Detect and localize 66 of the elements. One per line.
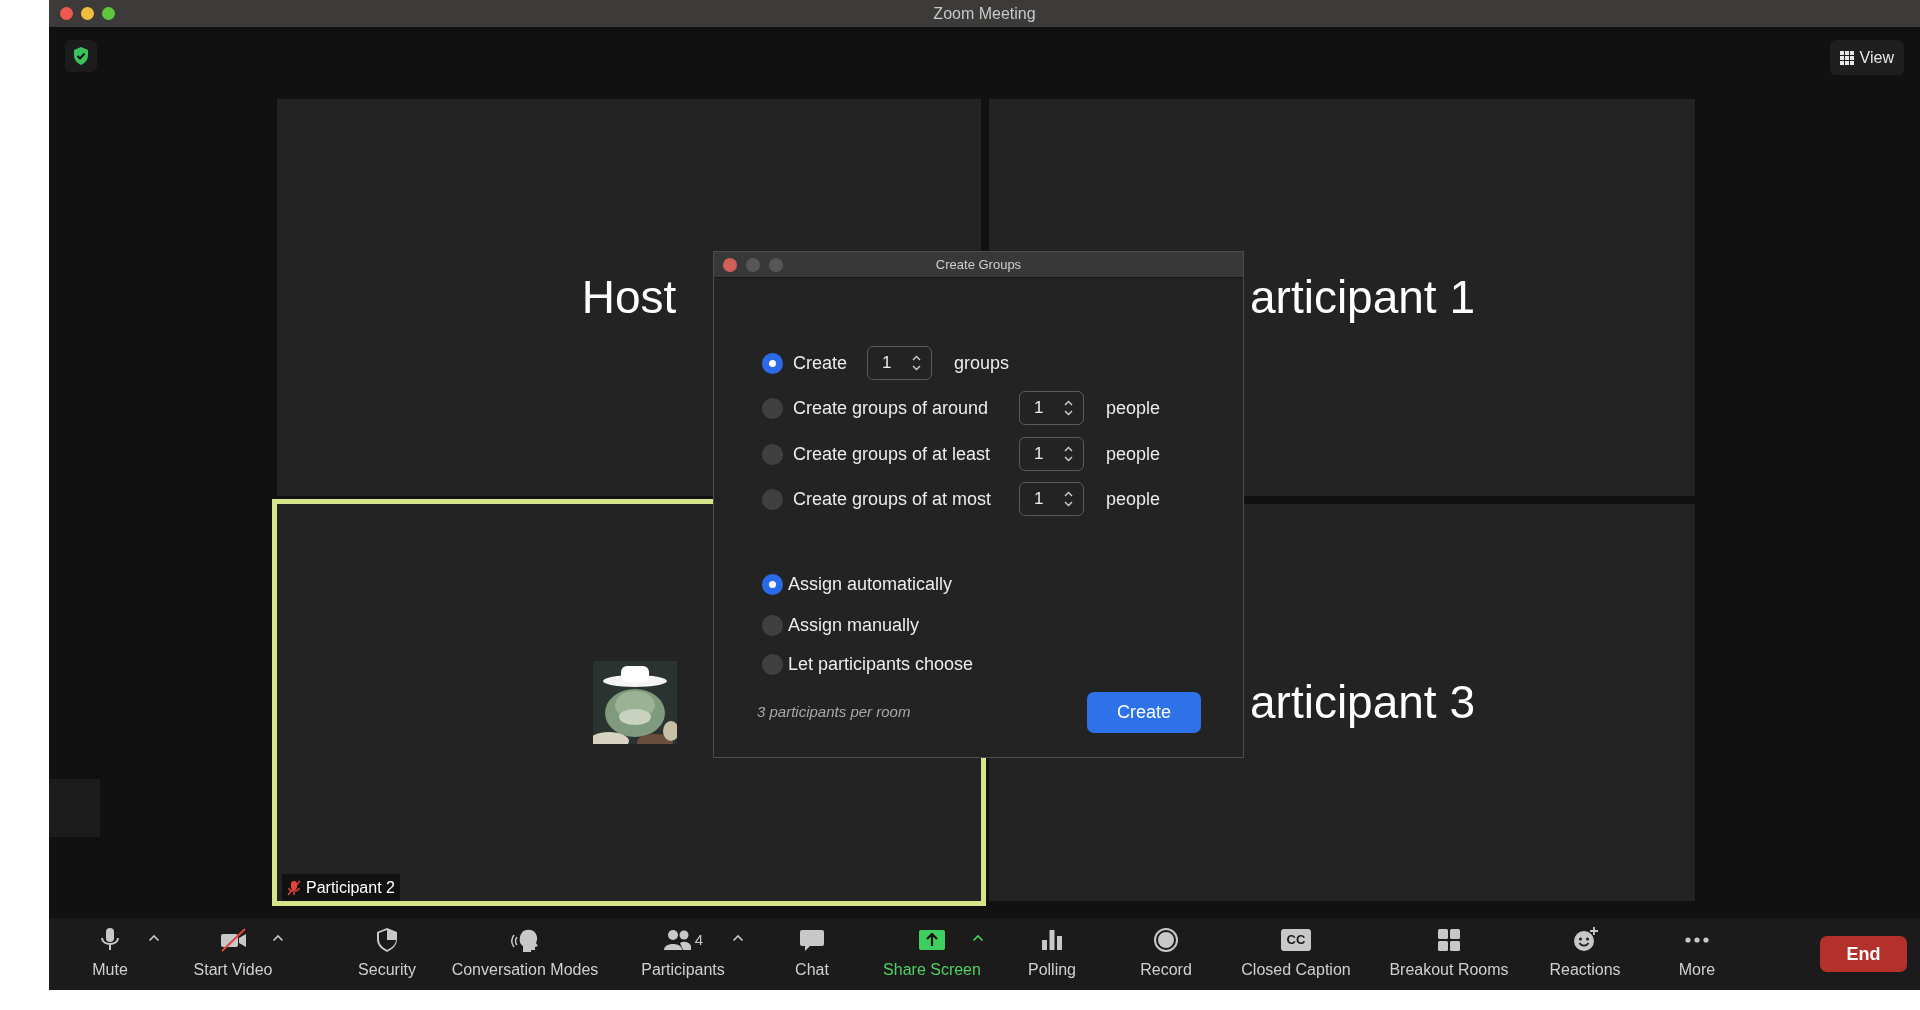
- toolbar-button[interactable]: Polling: [1017, 926, 1087, 982]
- toolbar-button[interactable]: Start Video: [183, 926, 283, 982]
- participant-name: Participant 2: [306, 877, 395, 898]
- caret-icon[interactable]: [732, 934, 744, 942]
- toolbar-button[interactable]: Share Screen: [877, 926, 987, 982]
- security-shield-icon[interactable]: [65, 40, 97, 72]
- participant-name: Host: [581, 270, 677, 325]
- caret-icon[interactable]: [972, 934, 984, 942]
- number-stepper[interactable]: 1: [1019, 437, 1084, 471]
- caret-icon[interactable]: [148, 934, 160, 942]
- participant-count: 4: [694, 929, 704, 950]
- caption-icon: CC: [1280, 929, 1312, 951]
- toolbar-button[interactable]: Mute: [80, 926, 140, 982]
- summary-text: 3 participants per room: [757, 702, 911, 723]
- toolbar-button[interactable]: Breakout Rooms: [1379, 926, 1519, 982]
- stepper-arrows-icon[interactable]: [1064, 400, 1073, 416]
- minimize-button[interactable]: [81, 7, 94, 20]
- window-title: Zoom Meeting: [933, 3, 1036, 24]
- caret-icon[interactable]: [272, 934, 284, 942]
- toolbar-button[interactable]: Record: [1131, 926, 1201, 982]
- dialog-title: Create Groups: [935, 255, 1022, 274]
- toolbar-button[interactable]: Conversation Modes: [440, 926, 610, 982]
- unit-label: people: [1106, 442, 1161, 466]
- number-stepper[interactable]: 1: [1019, 391, 1084, 425]
- toolbar-button[interactable]: 4 Participants: [633, 926, 733, 982]
- create-button[interactable]: Create: [1087, 692, 1201, 733]
- option-label: Create groups of at most: [793, 487, 993, 511]
- radio-button[interactable]: [762, 614, 783, 636]
- participant-name: articipant 1: [1250, 270, 1475, 325]
- close-button[interactable]: [723, 257, 737, 272]
- option-label: Assign automatically: [788, 572, 953, 596]
- option-label: Let participants choose: [788, 652, 974, 676]
- more-dots-icon: [1685, 937, 1709, 943]
- stepper-arrows-icon[interactable]: [912, 355, 921, 371]
- option-label: Create: [793, 351, 849, 375]
- toolbar-button[interactable]: Reactions: [1535, 926, 1635, 982]
- number-stepper[interactable]: 1: [867, 346, 932, 380]
- grid-icon: [1435, 926, 1463, 954]
- option-label: Assign manually: [788, 613, 920, 637]
- unit-label: people: [1106, 487, 1161, 511]
- smiley-plus-icon: [1571, 926, 1599, 954]
- option-label: Create groups of at least: [793, 442, 992, 466]
- radio-button[interactable]: [762, 573, 783, 595]
- radio-button[interactable]: [762, 653, 783, 675]
- option-label: Create groups of around: [793, 396, 990, 420]
- radio-button[interactable]: [762, 488, 783, 510]
- toolbar-button[interactable]: More: [1672, 926, 1722, 982]
- unit-label: groups: [954, 351, 1010, 375]
- close-button[interactable]: [60, 7, 73, 20]
- radio-button[interactable]: [762, 443, 783, 465]
- toolbar-button[interactable]: Security: [352, 926, 422, 982]
- participant-name: articipant 3: [1250, 675, 1475, 730]
- radio-button[interactable]: [762, 352, 783, 374]
- view-button[interactable]: View: [1829, 40, 1904, 75]
- end-button[interactable]: End: [1820, 936, 1907, 972]
- number-stepper[interactable]: 1: [1019, 482, 1084, 516]
- grid-icon: [1839, 50, 1854, 65]
- radio-button[interactable]: [762, 397, 783, 419]
- video-off-icon: [219, 926, 247, 954]
- toolbar-button[interactable]: Chat: [787, 926, 837, 982]
- toolbar-button[interactable]: CC Closed Caption: [1231, 926, 1361, 982]
- record-icon: [1152, 926, 1180, 954]
- stepper-arrows-icon[interactable]: [1064, 446, 1073, 462]
- unit-label: people: [1106, 396, 1161, 420]
- stepper-arrows-icon[interactable]: [1064, 491, 1073, 507]
- zoom-button[interactable]: [102, 7, 115, 20]
